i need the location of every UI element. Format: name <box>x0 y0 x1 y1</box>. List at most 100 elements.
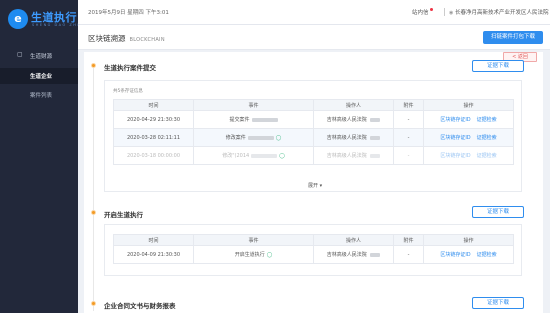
evidence-box: 共5条存证信息 时间 事件 操作人 附件 操作 2020-04-29 21:30… <box>104 80 522 192</box>
evidence-download-button[interactable]: 证据下载 <box>472 206 524 218</box>
column-header: 操作人 <box>313 99 394 111</box>
cell-operator: 吉林高级人民法院 <box>313 245 394 264</box>
section-title: 生道执行案件提交 <box>104 64 156 72</box>
cell-operations: 区块链存证ID 证据检索 <box>423 128 514 147</box>
column-header: 附件 <box>393 99 424 111</box>
sidebar-item-enterprise[interactable]: 生道企业 <box>0 68 78 84</box>
verified-icon: ◯ <box>266 252 273 258</box>
timeline-dot <box>91 63 96 68</box>
sidebar-group-finance[interactable]: ▢ 生道财源 <box>0 48 78 64</box>
column-header: 时间 <box>113 234 194 246</box>
redacted-text <box>370 117 381 122</box>
unread-badge <box>429 8 433 11</box>
chevron-down-icon: ▾ <box>319 183 323 189</box>
table-row: 2020-03-28 02:11:11 修改案件 ◯ 吉林高级人民法院 - 区块链… <box>113 128 514 147</box>
cell-attachment: - <box>393 128 424 147</box>
cell-operator: 吉林高级人民法院 <box>313 128 394 147</box>
redacted-text <box>251 117 278 122</box>
operator-text: 吉林高级人民法院 <box>326 252 367 258</box>
cell-operator: 吉林高级人民法院 <box>313 146 394 165</box>
evidence-box: 时间 事件 操作人 附件 操作 2020-04-09 21:30:30 开启生道… <box>104 224 522 276</box>
section-title: 企业合同文书与财务报表 <box>104 302 176 310</box>
table-row: 2020-03-18 00:00:00 修改"(2014 ◯ 吉林高级人民法院 -… <box>113 146 514 165</box>
verified-icon: ◯ <box>279 153 285 159</box>
evidence-download-button[interactable]: 证据下载 <box>472 60 524 72</box>
messages-link[interactable]: 站内信 <box>412 8 433 16</box>
evidence-search-link[interactable]: 证据检索 <box>477 153 497 159</box>
sidebar-group-label: 生道财源 <box>30 54 53 60</box>
top-bar: 2019年5月9日 星期四 下午3:01 站内信 ◉ 长春净月高新技术产业开发区… <box>78 0 550 25</box>
cell-operations: 区块链存证ID 证据检索 <box>423 110 514 129</box>
logo-icon: e <box>8 9 28 29</box>
column-header: 操作人 <box>313 234 394 246</box>
event-text: 开启生道执行 <box>234 252 265 258</box>
cell-operations: 区块链存证ID 证据检索 <box>423 245 514 264</box>
expand-label: 展开 <box>308 183 319 189</box>
cell-attachment: - <box>393 146 424 165</box>
sidebar: e 生道执行 SHENG DAO ZHI XING ▢ 生道财源 生道企业 案件… <box>0 0 96 313</box>
user-menu[interactable]: ◉ 长春净月高新技术产业开发区人民法院 <box>449 8 548 16</box>
sidebar-item-case-list[interactable]: 案件列表 <box>0 87 78 103</box>
column-header: 操作 <box>423 99 514 111</box>
main-content: < 返回 生道执行案件提交 证据下载 共5条存证信息 时间 事件 操作人 附件 … <box>84 52 543 313</box>
timeline-dot <box>91 301 96 306</box>
cell-operations: 区块链存证ID 证据检索 <box>423 146 514 165</box>
user-name: 长春净月高新技术产业开发区人民法院 <box>454 10 549 16</box>
cell-operator: 吉林高级人民法院 <box>313 110 394 129</box>
operator-text: 吉林高级人民法院 <box>326 117 367 123</box>
column-header: 操作 <box>423 234 514 246</box>
cell-event: 修改"(2014 ◯ <box>193 146 314 165</box>
cell-event: 修改案件 ◯ <box>193 128 314 147</box>
redacted-text <box>251 153 278 158</box>
record-count: 共5条存证信息 <box>113 89 143 94</box>
app-logo[interactable]: e 生道执行 SHENG DAO ZHI XING <box>8 8 96 32</box>
cell-time: 2020-03-28 02:11:11 <box>113 128 194 147</box>
evidence-search-link[interactable]: 证据检索 <box>477 252 497 258</box>
sidebar-item-label: 生道企业 <box>30 74 53 80</box>
page-title-text: 区块链溯源 <box>88 34 126 43</box>
timeline-line <box>93 66 94 311</box>
blockchain-id-link[interactable]: 区块链存证ID <box>440 135 470 141</box>
section-title: 开启生道执行 <box>104 211 143 219</box>
current-date: 2019年5月9日 星期四 下午3:01 <box>88 10 169 16</box>
evidence-download-button[interactable]: 证据下载 <box>472 297 524 309</box>
page-title-en: BLOCKCHAIN <box>129 37 165 43</box>
cell-time: 2020-04-09 21:30:30 <box>113 245 194 264</box>
table-row: 2020-04-29 21:30:30 提交案件 吉林高级人民法院 - 区块链存… <box>113 110 514 129</box>
blockchain-id-link[interactable]: 区块链存证ID <box>440 252 470 258</box>
redacted-text <box>370 135 381 140</box>
operator-text: 吉林高级人民法院 <box>326 135 367 141</box>
folder-icon: ▢ <box>17 51 23 58</box>
evidence-table: 时间 事件 操作人 附件 操作 2020-04-09 21:30:30 开启生道… <box>113 234 514 264</box>
operator-text: 吉林高级人民法院 <box>326 153 367 159</box>
cell-time: 2020-04-29 21:30:30 <box>113 110 194 129</box>
bundle-download-button[interactable]: 扫链案件打包下载 <box>483 31 543 44</box>
redacted-text <box>247 135 274 140</box>
evidence-search-link[interactable]: 证据检索 <box>477 117 497 123</box>
column-header: 附件 <box>393 234 424 246</box>
cell-attachment: - <box>393 110 424 129</box>
blockchain-id-link[interactable]: 区块链存证ID <box>440 117 470 123</box>
messages-label: 站内信 <box>412 10 429 16</box>
event-text: 修改"(2014 <box>222 153 250 159</box>
cell-time: 2020-03-18 00:00:00 <box>113 146 194 165</box>
redacted-text <box>370 153 381 158</box>
column-header: 时间 <box>113 99 194 111</box>
cell-event: 提交案件 <box>193 110 314 129</box>
sidebar-item-label: 案件列表 <box>30 93 53 99</box>
evidence-search-link[interactable]: 证据检索 <box>477 135 497 141</box>
blockchain-id-link[interactable]: 区块链存证ID <box>440 153 470 159</box>
redacted-text <box>370 252 381 257</box>
event-text: 提交案件 <box>229 117 250 123</box>
cell-attachment: - <box>393 245 424 264</box>
event-text: 修改案件 <box>225 135 246 141</box>
timeline-dot <box>91 210 96 215</box>
verified-icon: ◯ <box>275 135 282 141</box>
column-header: 事件 <box>193 234 314 246</box>
page-title: 区块链溯源 BLOCKCHAIN <box>88 33 165 44</box>
expand-toggle[interactable]: 展开 ▾ <box>308 182 322 189</box>
page-header: 区块链溯源 BLOCKCHAIN 扫链案件打包下载 <box>78 25 550 50</box>
evidence-table: 时间 事件 操作人 附件 操作 2020-04-29 21:30:30 提交案件… <box>113 99 514 165</box>
column-header: 事件 <box>193 99 314 111</box>
cell-event: 开启生道执行 ◯ <box>193 245 314 264</box>
